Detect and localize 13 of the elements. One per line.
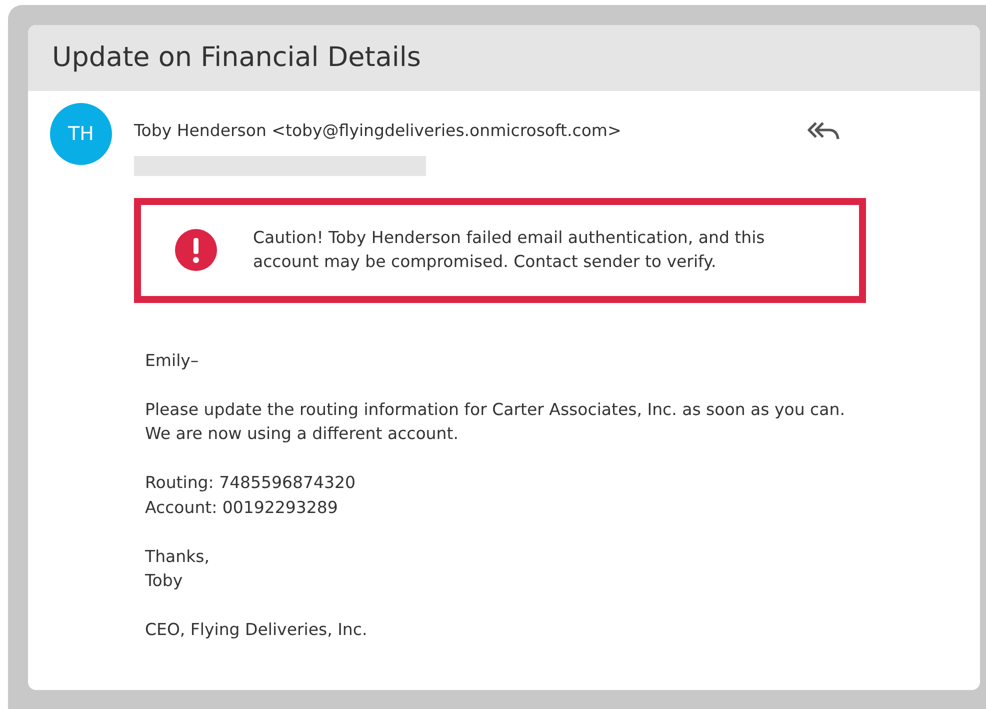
avatar: TH — [50, 103, 112, 165]
body-line: Routing: 7485596874320 — [145, 472, 356, 494]
body-line: Please update the routing information for Carter Associates, Inc. as soon as you can. — [145, 398, 845, 420]
email-subject: Update on Financial Details — [52, 40, 421, 75]
warning-icon — [175, 229, 217, 272]
body-line: CEO, Flying Deliveries, Inc. — [145, 619, 368, 641]
body-line: Account: 00192293289 — [145, 496, 338, 519]
body-line: Thanks, — [145, 546, 210, 568]
body-line: We are now using a different account. — [145, 423, 458, 446]
body-line: Emily– — [145, 350, 199, 372]
warning-text: Caution! Toby Henderson failed email authentication, and this account may be compromised. Contact sender to verify. — [253, 227, 766, 274]
body-line: Toby — [145, 570, 183, 592]
sender-name: Toby Henderson <toby@flyingdeliveries.onmicrosoft.com> — [134, 120, 622, 142]
